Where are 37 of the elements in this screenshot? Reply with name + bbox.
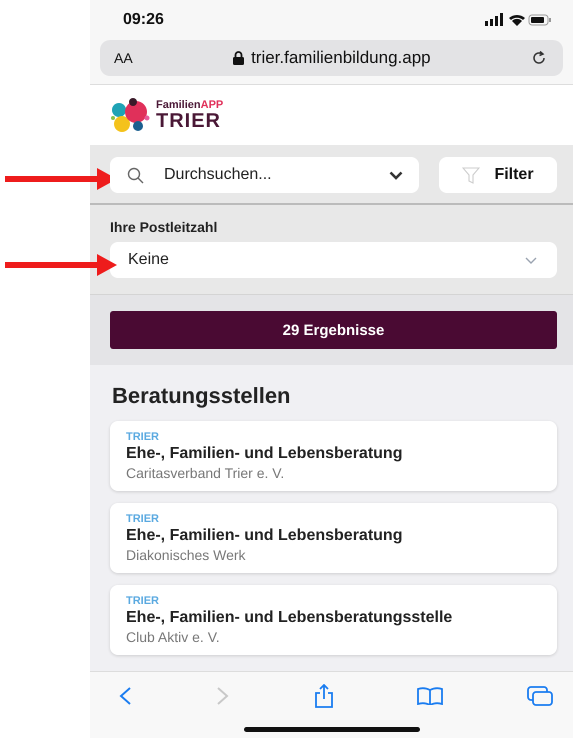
result-card[interactable]: TRIER Ehe-, Familien- und Lebensberatung Diakonisches Werk bbox=[110, 503, 557, 573]
card-title: Ehe-, Familien- und Lebensberatungsstelle bbox=[126, 609, 454, 627]
card-organization: Diakonisches Werk bbox=[126, 547, 247, 563]
card-title: Ehe-, Familien- und Lebensberatung bbox=[126, 445, 404, 463]
chevron-down-icon bbox=[525, 256, 537, 264]
funnel-icon bbox=[462, 166, 480, 184]
card-organization: Club Aktiv e. V. bbox=[126, 629, 221, 645]
tabs-icon[interactable] bbox=[527, 686, 553, 706]
card-city: TRIER bbox=[126, 513, 160, 525]
lock-icon bbox=[233, 51, 244, 65]
card-organization: Caritasverband Trier e. V. bbox=[126, 465, 286, 481]
filter-button[interactable]: Filter bbox=[439, 157, 557, 193]
share-icon[interactable] bbox=[314, 684, 334, 708]
reload-icon[interactable] bbox=[531, 50, 547, 66]
back-icon[interactable] bbox=[118, 686, 132, 706]
logo-title: FamilienAPP bbox=[156, 100, 224, 110]
postcode-label: Ihre Postleitzahl bbox=[110, 219, 218, 235]
url-text: trier.familienbildung.app bbox=[251, 48, 431, 68]
results-button[interactable]: 29 Ergebnisse bbox=[110, 311, 557, 349]
section-heading: Beratungsstellen bbox=[112, 383, 292, 409]
text-size-button[interactable]: AA bbox=[114, 50, 133, 66]
book-icon[interactable] bbox=[417, 687, 444, 705]
arrow-icon bbox=[5, 254, 117, 276]
card-city: TRIER bbox=[126, 595, 160, 607]
status-time: 09:26 bbox=[123, 11, 164, 29]
address-bar[interactable]: AA trier.familienbildung.app bbox=[100, 40, 563, 76]
logo-drawing bbox=[110, 98, 152, 132]
card-title: Ehe-, Familien- und Lebensberatung bbox=[126, 527, 404, 545]
result-card[interactable]: TRIER Ehe-, Familien- und Lebensberatung Caritasverband Trier e. V. bbox=[110, 421, 557, 491]
card-city: TRIER bbox=[126, 431, 160, 443]
chevron-down-icon bbox=[389, 171, 403, 180]
result-card[interactable]: TRIER Ehe-, Familien- und Lebensberatungsstelle Club Aktiv e. V. bbox=[110, 585, 557, 655]
logo-city: TRIER bbox=[156, 110, 222, 130]
postcode-dropdown[interactable]: Keine bbox=[110, 242, 557, 278]
search-field[interactable]: Durchsuchen... bbox=[110, 157, 419, 193]
search-icon bbox=[127, 167, 144, 184]
status-icons-drawing bbox=[485, 13, 551, 27]
